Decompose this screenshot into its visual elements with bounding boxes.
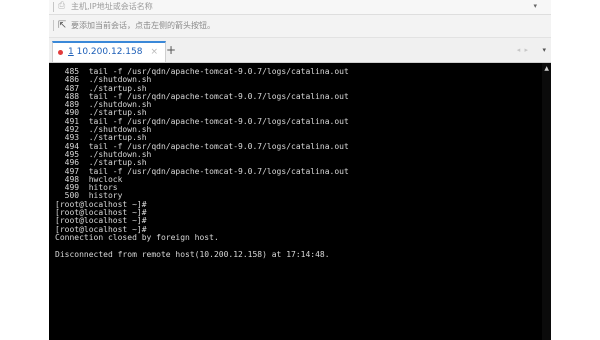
- terminal-lines: 485 tail -f /usr/qdn/apache-tomcat-9.0.7…: [55, 67, 349, 259]
- connection-status-dot: [58, 50, 63, 55]
- session-tab[interactable]: 1 10.200.12.158 ×: [52, 41, 166, 62]
- session-tab-number: 1: [68, 47, 74, 57]
- terminal-line: Disconnected from remote host(10.200.12.…: [55, 249, 330, 259]
- close-tab-icon[interactable]: ×: [150, 45, 158, 59]
- toolbar-separator: [53, 2, 54, 12]
- terminal-line: Connection closed by foreign host.: [55, 232, 219, 242]
- terminal-scrollbar[interactable]: ▲: [542, 63, 551, 340]
- terminal-output-area[interactable]: 485 tail -f /usr/qdn/apache-tomcat-9.0.7…: [49, 63, 551, 340]
- session-hint-text: 要添加当前会话，点击左侧的箭头按钮。: [71, 21, 215, 30]
- toolbar-separator: [53, 20, 54, 31]
- host-dropdown-icon[interactable]: ▾: [533, 0, 537, 13]
- tab-nav-arrows[interactable]: ◂ ▸: [517, 43, 529, 57]
- add-session-arrow-icon[interactable]: ⇱: [58, 19, 66, 33]
- session-hint-bar: ⇱ 要添加当前会话，点击左侧的箭头按钮。: [49, 15, 551, 38]
- tab-list-menu-icon[interactable]: ▾: [542, 43, 546, 57]
- bookmark-icon[interactable]: ⎙: [58, 0, 65, 13]
- new-tab-button[interactable]: +: [166, 43, 176, 57]
- session-tab-title: 10.200.12.158: [76, 47, 143, 57]
- session-tab-strip: 1 10.200.12.158 × + ◂ ▸ ▾: [49, 38, 551, 63]
- scroll-up-icon[interactable]: ▲: [544, 65, 549, 73]
- session-tab-label[interactable]: 1 10.200.12.158: [68, 45, 142, 59]
- terminal-client-window: ⎙ 主机,IP地址或会话名称 ▾ ⇱ 要添加当前会话，点击左侧的箭头按钮。 1 …: [49, 0, 551, 340]
- host-address-bar[interactable]: ⎙ 主机,IP地址或会话名称 ▾: [49, 0, 551, 15]
- host-address-input[interactable]: 主机,IP地址或会话名称: [71, 0, 153, 13]
